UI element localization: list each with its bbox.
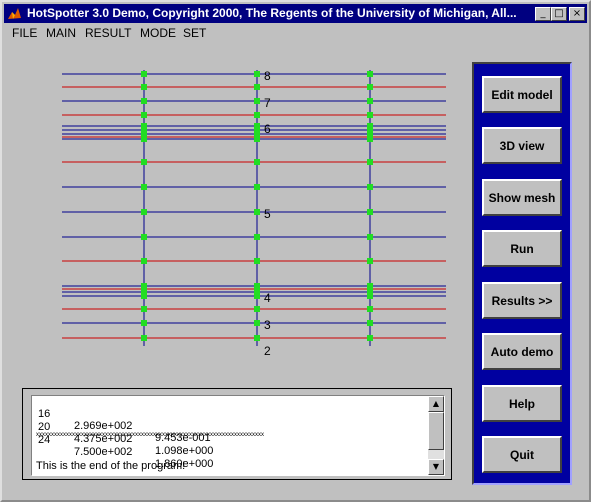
scroll-thumb[interactable] <box>428 412 444 450</box>
mesh-node <box>367 136 373 142</box>
results-button[interactable]: Results >> <box>482 282 562 319</box>
3d-view-button[interactable]: 3D view <box>482 127 562 164</box>
scroll-down-icon[interactable]: ▼ <box>428 459 444 475</box>
mesh-node <box>367 112 373 118</box>
mesh-node <box>254 209 260 215</box>
mesh-node <box>141 136 147 142</box>
mesh-node <box>141 98 147 104</box>
row-value-a: 7.500e+002 <box>74 446 133 458</box>
mesh-node <box>367 71 373 77</box>
vertical-scrollbar[interactable]: ▲ ▼ <box>428 396 444 475</box>
mesh-node <box>254 159 260 165</box>
mesh-node <box>367 320 373 326</box>
mesh-vertical-lines <box>143 70 371 346</box>
mesh-label-7: 7 <box>264 96 271 110</box>
mesh-label-3: 3 <box>264 318 271 332</box>
mesh-node <box>141 209 147 215</box>
mesh-label-6: 6 <box>264 122 271 136</box>
mesh-node <box>367 335 373 341</box>
mesh-labels: 8 7 6 5 4 3 2 <box>264 69 271 358</box>
mesh-node <box>141 335 147 341</box>
row-value-a: 2.969e+002 <box>74 420 133 432</box>
mesh-node <box>367 159 373 165</box>
mesh-node <box>141 320 147 326</box>
quit-button[interactable]: Quit <box>482 436 562 473</box>
mesh-node <box>141 84 147 90</box>
mesh-node <box>141 159 147 165</box>
mesh-node <box>367 209 373 215</box>
mesh-node <box>141 258 147 264</box>
mesh-node <box>367 184 373 190</box>
mesh-node <box>141 112 147 118</box>
mesh-label-4: 4 <box>264 291 271 305</box>
mesh-node <box>141 71 147 77</box>
mesh-node <box>141 184 147 190</box>
mesh-node <box>367 258 373 264</box>
output-separator: xxxxxxxxxxxxxxxxxxxxxxxxxxxxxxxxxxxxxxxx… <box>36 432 264 438</box>
mesh-node <box>254 98 260 104</box>
output-end-message: This is the end of the program! <box>36 460 186 472</box>
auto-demo-button[interactable]: Auto demo <box>482 333 562 370</box>
mesh-node <box>254 112 260 118</box>
mesh-node <box>254 306 260 312</box>
mesh-node <box>367 84 373 90</box>
mesh-node <box>141 293 147 299</box>
mesh-node <box>367 293 373 299</box>
mesh-node <box>254 234 260 240</box>
mesh-node <box>254 184 260 190</box>
mesh-node <box>367 234 373 240</box>
help-button[interactable]: Help <box>482 385 562 422</box>
mesh-label-8: 8 <box>264 69 271 83</box>
edit-model-button[interactable]: Edit model <box>482 76 562 113</box>
mesh-label-5: 5 <box>264 207 271 221</box>
mesh-node <box>254 71 260 77</box>
row-value-b: 1.098e+000 <box>155 445 214 457</box>
mesh-node <box>254 136 260 142</box>
mesh-node <box>254 84 260 90</box>
mesh-node <box>367 306 373 312</box>
mesh-node <box>254 293 260 299</box>
mesh-node <box>367 98 373 104</box>
show-mesh-button[interactable]: Show mesh <box>482 179 562 216</box>
mesh-node <box>141 234 147 240</box>
mesh-node <box>254 320 260 326</box>
scroll-up-icon[interactable]: ▲ <box>428 396 444 412</box>
mesh-label-2: 2 <box>264 344 271 358</box>
output-listbox[interactable]: 16 2.969e+002 9.453e-001 20 4.375e+002 1… <box>31 395 445 476</box>
mesh-node <box>141 306 147 312</box>
mesh-node <box>254 258 260 264</box>
mesh-node <box>254 335 260 341</box>
run-button[interactable]: Run <box>482 230 562 267</box>
